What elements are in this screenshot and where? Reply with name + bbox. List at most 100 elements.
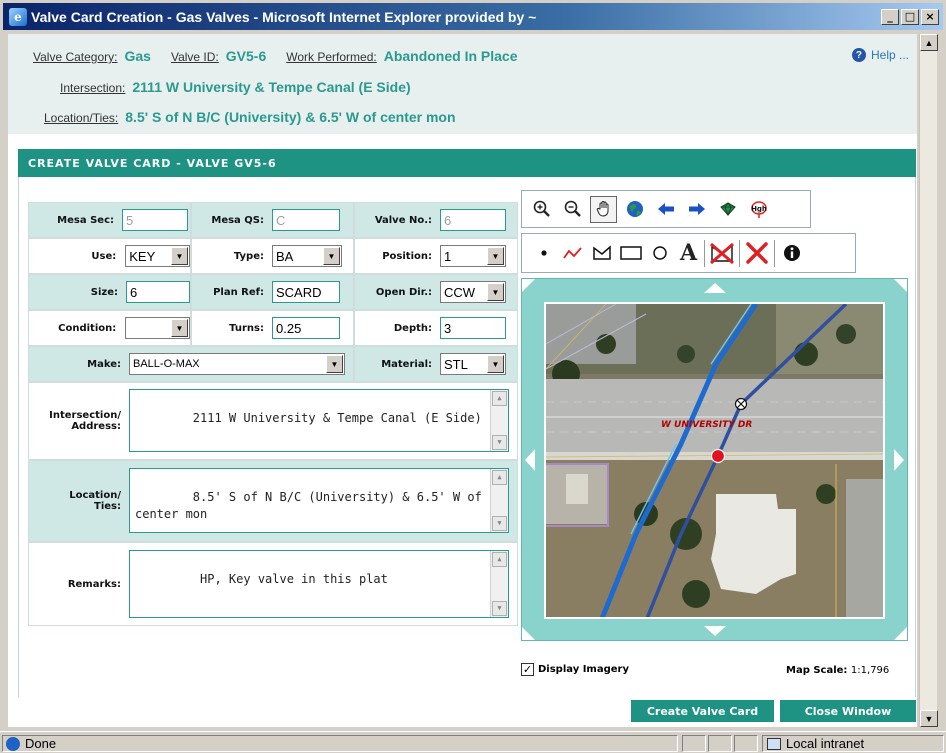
display-imagery-checkbox[interactable]: ✓ Display Imagery xyxy=(521,663,629,676)
status-pane xyxy=(734,735,758,752)
ie-window: e Valve Card Creation - Gas Valves - Mic… xyxy=(0,0,946,753)
help-link[interactable]: ? Help ... xyxy=(851,48,909,62)
pan-southeast-icon[interactable] xyxy=(894,627,907,640)
open-dir-label: Open Dir.: xyxy=(375,286,432,298)
position-label: Position: xyxy=(382,250,432,262)
depth-input[interactable]: 3 xyxy=(440,317,506,339)
textarea-scrollbar[interactable]: ▲ ▼ xyxy=(490,469,508,532)
remarks-textarea[interactable]: HP, Key valve in this plat ▲ ▼ xyxy=(129,550,509,618)
pan-east-icon[interactable] xyxy=(894,449,904,471)
chevron-down-icon: ▼ xyxy=(323,247,340,265)
scroll-down-icon[interactable]: ▼ xyxy=(492,435,507,450)
intersection-address-label-line2: Address: xyxy=(71,421,121,432)
use-select[interactable]: KEY ▼ xyxy=(125,245,190,267)
condition-select[interactable]: ▼ xyxy=(125,317,190,339)
work-performed-value: Abandoned In Place xyxy=(383,48,518,64)
scroll-up-icon[interactable]: ▲ xyxy=(492,470,507,485)
chevron-down-icon: ▼ xyxy=(171,247,188,265)
high-icon[interactable]: Hgh xyxy=(745,196,772,223)
depth-label: Depth: xyxy=(393,322,432,334)
clear-selected-icon[interactable] xyxy=(704,239,740,267)
text-icon[interactable]: A xyxy=(675,240,702,267)
rectangle-icon[interactable] xyxy=(617,240,644,267)
ie-page-icon xyxy=(6,736,20,751)
zoom-out-icon[interactable] xyxy=(559,196,586,223)
status-text: Done xyxy=(25,736,57,751)
intersection-value: 2111 W University & Tempe Canal (E Side) xyxy=(132,79,411,95)
map-canvas: W UNIVERSITY DR xyxy=(546,304,883,617)
scroll-up-icon[interactable]: ▲ xyxy=(492,391,507,406)
scroll-down-icon[interactable]: ▼ xyxy=(492,516,507,531)
close-window-button[interactable]: Close Window xyxy=(780,700,916,722)
open-dir-select[interactable]: CCW ▼ xyxy=(440,281,506,303)
page-scrollbar[interactable]: ▲ ▼ xyxy=(919,34,938,727)
status-pane xyxy=(682,735,706,752)
maximize-button[interactable]: □ xyxy=(901,8,919,25)
material-select[interactable]: STL ▼ xyxy=(440,353,506,375)
map-scale: Map Scale: 1:1,796 xyxy=(786,665,889,676)
position-select[interactable]: 1 ▼ xyxy=(440,245,506,267)
scroll-down-icon[interactable]: ▼ xyxy=(920,710,938,727)
type-value: BA xyxy=(276,248,294,264)
zoom-in-icon[interactable] xyxy=(528,196,555,223)
full-extent-globe-icon[interactable] xyxy=(621,196,648,223)
pan-hand-icon[interactable] xyxy=(590,195,617,223)
scroll-down-icon[interactable]: ▼ xyxy=(492,601,507,616)
status-pane xyxy=(708,735,732,752)
clear-all-icon[interactable] xyxy=(742,240,772,267)
make-value: BALL-O-MAX xyxy=(133,358,200,370)
status-bar: Done Local intranet xyxy=(0,731,946,753)
textarea-scrollbar[interactable]: ▲ ▼ xyxy=(490,551,508,617)
window-title: Valve Card Creation - Gas Valves - Micro… xyxy=(31,8,537,25)
back-arrow-icon[interactable] xyxy=(652,196,679,223)
section-title: CREATE VALVE CARD - VALVE GV5-6 xyxy=(18,149,916,177)
identify-icon[interactable] xyxy=(714,196,741,223)
aerial-imagery-map[interactable]: W UNIVERSITY DR xyxy=(544,302,885,619)
checkbox-checked-icon[interactable]: ✓ xyxy=(521,663,534,676)
intersection-address-textarea[interactable]: 2111 W University & Tempe Canal (E Side)… xyxy=(129,389,509,452)
valve-no-input[interactable]: 6 xyxy=(440,209,506,231)
valve-no-label: Valve No.: xyxy=(374,214,432,226)
textarea-scrollbar[interactable]: ▲ ▼ xyxy=(490,390,508,451)
pan-north-icon[interactable] xyxy=(704,283,726,293)
mesa-qs-label: Mesa QS: xyxy=(211,214,264,226)
create-valve-card-button[interactable]: Create Valve Card xyxy=(631,700,774,722)
pan-south-icon[interactable] xyxy=(704,626,726,636)
location-ties-textarea[interactable]: 8.5' S of N B/C (University) & 6.5' W of… xyxy=(129,468,509,533)
point-icon[interactable] xyxy=(530,240,557,267)
chevron-down-icon: ▼ xyxy=(487,355,504,373)
turns-input[interactable]: 0.25 xyxy=(272,317,340,339)
security-zone-label: Local intranet xyxy=(786,736,865,751)
page-content: Valve Category: Gas Valve ID: GV5-6 Work… xyxy=(8,34,917,727)
intersection-label: Intersection: xyxy=(60,81,126,95)
circle-icon[interactable] xyxy=(646,240,673,267)
scroll-up-icon[interactable]: ▲ xyxy=(920,34,938,51)
forward-arrow-icon[interactable] xyxy=(683,196,710,223)
pan-west-icon[interactable] xyxy=(525,449,535,471)
pan-northeast-icon[interactable] xyxy=(894,279,907,292)
pan-southwest-icon[interactable] xyxy=(522,627,535,640)
plan-ref-input[interactable]: SCARD xyxy=(272,281,340,303)
open-dir-value: CCW xyxy=(444,284,476,300)
size-input[interactable]: 6 xyxy=(126,281,190,303)
make-select[interactable]: BALL-O-MAX ▼ xyxy=(129,353,345,375)
help-label: Help ... xyxy=(870,48,909,62)
chevron-down-icon: ▼ xyxy=(487,283,504,301)
type-select[interactable]: BA ▼ xyxy=(272,245,342,267)
use-value: KEY xyxy=(129,248,156,264)
material-label: Material: xyxy=(381,358,432,370)
mesa-sec-input[interactable]: 5 xyxy=(122,209,188,231)
close-button[interactable]: × xyxy=(921,8,939,25)
mesa-qs-input[interactable]: C xyxy=(272,209,340,231)
line-icon[interactable] xyxy=(559,240,586,267)
make-label: Make: xyxy=(87,358,121,370)
remarks-text: HP, Key valve in this plat xyxy=(192,572,388,586)
minimize-button[interactable]: _ xyxy=(881,8,899,25)
pan-northwest-icon[interactable] xyxy=(522,279,535,292)
polygon-icon[interactable] xyxy=(588,240,615,267)
material-value: STL xyxy=(444,356,468,372)
info-icon[interactable] xyxy=(774,239,808,267)
scroll-up-icon[interactable]: ▲ xyxy=(492,552,507,567)
location-ties-value: 8.5' S of N B/C (University) & 6.5' W of… xyxy=(125,109,456,125)
title-bar: e Valve Card Creation - Gas Valves - Mic… xyxy=(3,3,943,30)
